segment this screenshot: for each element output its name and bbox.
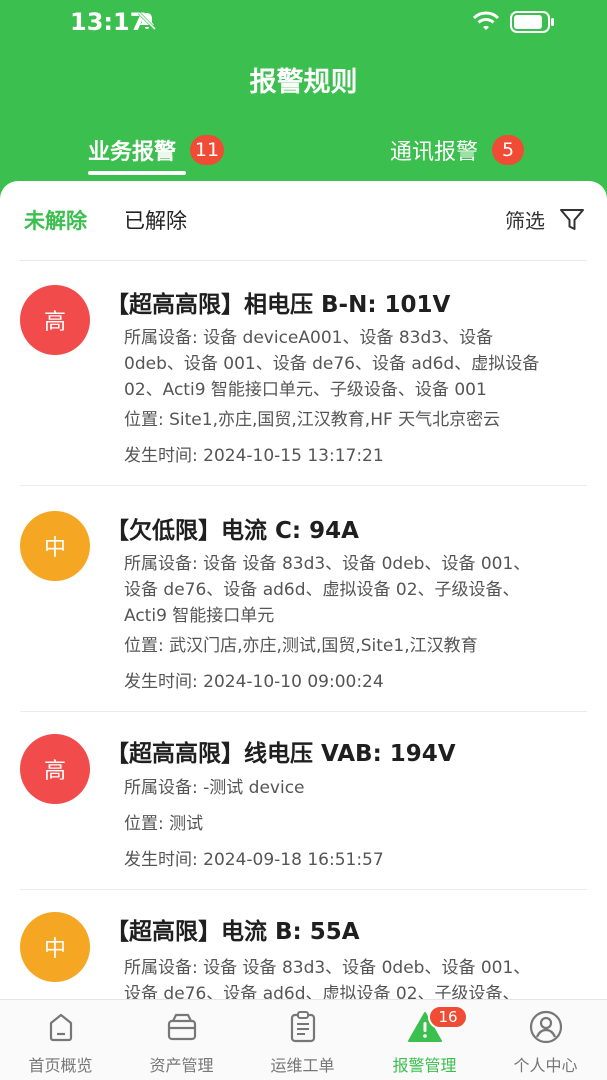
alarm-device-line: 设备 de76、设备 ad6d、虚拟设备 02、子级设备、 bbox=[124, 984, 520, 999]
filter-label: 筛选 bbox=[505, 209, 545, 233]
alarm-time: 发生时间: 2024-10-10 09:00:24 bbox=[124, 672, 384, 692]
header: 13:17 报警规则 业务报警 11 通讯报警 5 bbox=[0, 0, 607, 200]
count-badge: 11 bbox=[190, 135, 225, 165]
level-badge-high: 高 bbox=[20, 734, 90, 804]
level-badge-medium: 中 bbox=[20, 912, 90, 982]
tab-label: 通讯报警 bbox=[390, 140, 479, 165]
alarm-list-panel: 未解除 已解除 筛选 高 【超高高限】相电压 B-N: 101V 所属设备: 设… bbox=[0, 181, 607, 999]
tab-communication-alarm[interactable]: 通讯报警 5 bbox=[390, 132, 525, 168]
level-badge-high: 高 bbox=[20, 285, 90, 355]
alarm-device-line: 所属设备: 设备 deviceA001、设备 83d3、设备 bbox=[124, 328, 494, 348]
nav-label: 个人中心 bbox=[513, 1056, 578, 1075]
alarm-location: 位置: 测试 bbox=[124, 814, 204, 834]
alarm-title: 【欠低限】电流 C: 94A bbox=[106, 518, 359, 544]
tab-label: 业务报警 bbox=[88, 140, 177, 165]
alarm-device-line: Acti9 智能接口单元 bbox=[124, 606, 275, 626]
status-filter-bar: 未解除 已解除 筛选 bbox=[0, 181, 607, 261]
alarm-location: 位置: 武汉门店,亦庄,测试,国贸,Site1,江汉教育 bbox=[124, 636, 478, 656]
divider bbox=[20, 260, 587, 261]
page-title: 报警规则 bbox=[249, 67, 358, 98]
user-icon bbox=[529, 1010, 563, 1044]
status-bar: 13:17 bbox=[0, 0, 607, 44]
alarm-device-line: 所属设备: 设备 设备 83d3、设备 0deb、设备 001、 bbox=[124, 958, 531, 978]
filter-funnel-icon bbox=[560, 208, 584, 230]
alarm-location: 位置: Site1,亦庄,国贸,江汉教育,HF 天气北京密云 bbox=[124, 410, 501, 430]
clipboard-icon bbox=[290, 1011, 316, 1043]
status-time: 13:17 bbox=[70, 8, 147, 36]
divider bbox=[20, 711, 587, 712]
subtab-unresolved[interactable]: 未解除 bbox=[24, 205, 87, 235]
alarm-device-line: 02、Acti9 智能接口单元、子级设备、设备 001 bbox=[124, 380, 487, 400]
count-badge: 5 bbox=[492, 135, 525, 165]
alarm-device-line: 所属设备: 设备 设备 83d3、设备 0deb、设备 001、 bbox=[124, 554, 531, 574]
alarm-device-line: 设备 de76、设备 ad6d、虚拟设备 02、子级设备、 bbox=[124, 580, 520, 600]
nav-work-orders[interactable]: 运维工单 bbox=[242, 1000, 363, 1080]
bell-muted-icon bbox=[137, 11, 157, 31]
nav-assets[interactable]: 资产管理 bbox=[121, 1000, 242, 1080]
home-icon bbox=[49, 1013, 73, 1042]
active-tab-indicator bbox=[88, 171, 186, 175]
alarm-title: 【超高高限】相电压 B-N: 101V bbox=[106, 292, 451, 318]
alarm-title: 【超高限】电流 B: 55A bbox=[106, 919, 360, 945]
asset-icon bbox=[167, 1013, 197, 1041]
nav-label: 运维工单 bbox=[270, 1056, 335, 1075]
filter-button[interactable]: 筛选 bbox=[505, 205, 585, 234]
nav-label: 首页概览 bbox=[28, 1056, 93, 1075]
alarm-device-line: 所属设备: -测试 device bbox=[124, 778, 305, 798]
nav-label: 资产管理 bbox=[149, 1056, 214, 1075]
count-badge: 16 bbox=[428, 1005, 468, 1029]
alarm-title: 【超高高限】线电压 VAB: 194V bbox=[106, 741, 456, 767]
bottom-nav: 首页概览 资产管理 运维工单 16 报警管理 个人中心 bbox=[0, 999, 607, 1080]
nav-home[interactable]: 首页概览 bbox=[0, 1000, 121, 1080]
divider bbox=[20, 889, 587, 890]
alarm-time: 发生时间: 2024-09-18 16:51:57 bbox=[124, 850, 384, 870]
alarm-time: 发生时间: 2024-10-15 13:17:21 bbox=[124, 446, 384, 466]
alarm-device-line: 0deb、设备 001、设备 de76、设备 ad6d、虚拟设备 bbox=[124, 354, 540, 374]
nav-alarm-management[interactable]: 16 报警管理 bbox=[364, 1000, 485, 1080]
divider bbox=[20, 485, 587, 486]
nav-profile[interactable]: 个人中心 bbox=[485, 1000, 606, 1080]
level-badge-medium: 中 bbox=[20, 511, 90, 581]
nav-label: 报警管理 bbox=[392, 1056, 457, 1075]
battery-icon bbox=[510, 11, 554, 33]
subtab-resolved[interactable]: 已解除 bbox=[124, 205, 187, 235]
tab-business-alarm[interactable]: 业务报警 11 bbox=[88, 132, 225, 168]
wifi-icon bbox=[472, 11, 500, 30]
